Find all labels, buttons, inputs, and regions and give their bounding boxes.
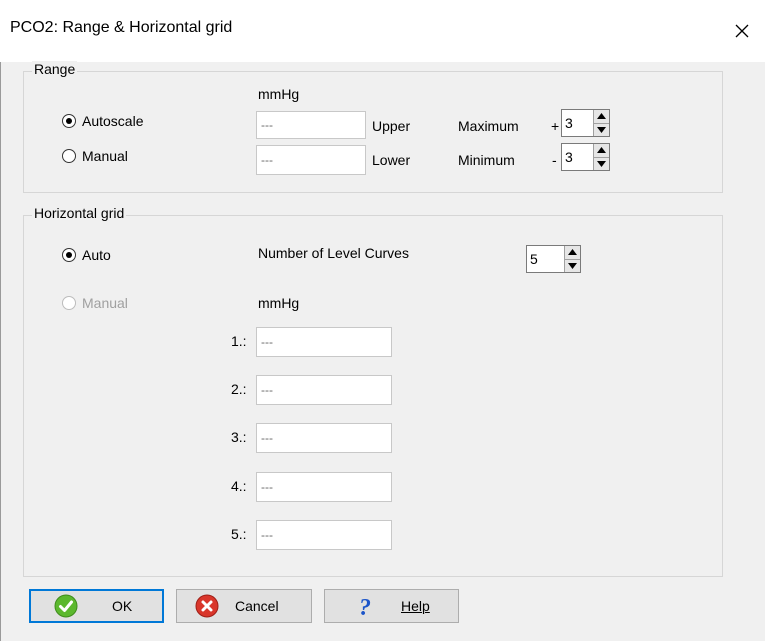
stepper-down-button[interactable] [594,156,609,170]
level-curves-stepper[interactable]: 5 [526,245,581,273]
level-field[interactable]: --- [256,520,392,550]
grid-auto-radio[interactable]: Auto [62,247,111,263]
level-label: 5.: [231,526,247,542]
autoscale-radio[interactable]: Autoscale [62,113,143,129]
check-circle-icon [54,594,78,618]
cancel-button[interactable]: Cancel [176,589,312,623]
dialog-window: PCO2: Range & Horizontal grid Range mmHg… [0,0,765,641]
radio-unselected-icon [62,296,76,310]
cancel-label: Cancel [235,598,279,614]
grid-auto-label: Auto [82,247,111,263]
stepper-up-button[interactable] [594,144,609,157]
level-field[interactable]: --- [256,472,392,502]
ok-button[interactable]: OK [29,589,164,623]
level-label: 1.: [231,333,247,349]
minimum-sign: - [552,152,557,168]
level-value: --- [261,528,273,542]
maximum-stepper[interactable]: 3 [561,109,610,137]
arrow-down-icon [568,262,577,269]
level-label: 2.: [231,381,247,397]
title-bar[interactable]: PCO2: Range & Horizontal grid [0,0,765,62]
arrow-up-icon [597,113,606,120]
svg-text:?: ? [359,595,371,618]
autoscale-label: Autoscale [82,113,144,129]
arrow-up-icon [597,147,606,154]
close-icon [735,24,749,38]
window-edge [0,0,1,641]
level-field[interactable]: --- [256,423,392,453]
maximum-stepper-value: 3 [565,115,573,131]
minimum-stepper-value: 3 [565,149,573,165]
range-legend: Range [32,61,78,77]
help-label: Help [401,598,430,614]
stepper-up-button[interactable] [565,246,580,259]
range-manual-radio[interactable]: Manual [62,148,128,164]
level-value: --- [261,383,273,397]
maximum-sign: + [551,118,560,134]
level-curves-value: 5 [530,251,538,267]
horizontal-grid-legend: Horizontal grid [32,205,127,221]
help-button[interactable]: ? Help [324,589,459,623]
stepper-up-button[interactable] [594,110,609,123]
upper-value: --- [261,118,273,132]
question-mark-icon: ? [359,595,371,618]
arrow-down-icon [597,160,606,167]
radio-unselected-icon [62,149,76,163]
grid-unit-label: mmHg [258,295,300,311]
x-circle-icon [195,594,219,618]
grid-manual-radio[interactable]: Manual [62,295,128,311]
upper-label: Upper [372,118,411,134]
level-label: 4.: [231,478,247,494]
minimum-label: Minimum [458,152,515,168]
level-field[interactable]: --- [256,375,392,405]
lower-value-field[interactable]: --- [256,145,366,175]
arrow-up-icon [568,249,577,256]
close-button[interactable] [719,0,765,62]
maximum-label: Maximum [458,118,519,134]
lower-value: --- [261,153,273,167]
grid-manual-label: Manual [82,295,128,311]
range-unit-label: mmHg [258,86,300,102]
lower-label: Lower [372,152,411,168]
stepper-down-button[interactable] [565,258,580,272]
level-value: --- [261,431,273,445]
radio-selected-icon [62,114,76,128]
minimum-stepper[interactable]: 3 [561,143,610,171]
radio-selected-icon [62,248,76,262]
stepper-down-button[interactable] [594,122,609,136]
level-field[interactable]: --- [256,327,392,357]
arrow-down-icon [597,126,606,133]
upper-value-field[interactable]: --- [256,111,366,139]
level-curves-label: Number of Level Curves [258,245,409,261]
range-manual-label: Manual [82,148,128,164]
level-value: --- [261,335,273,349]
level-label: 3.: [231,429,247,445]
ok-label: OK [112,598,133,614]
level-value: --- [261,480,273,494]
window-title: PCO2: Range & Horizontal grid [10,19,233,36]
